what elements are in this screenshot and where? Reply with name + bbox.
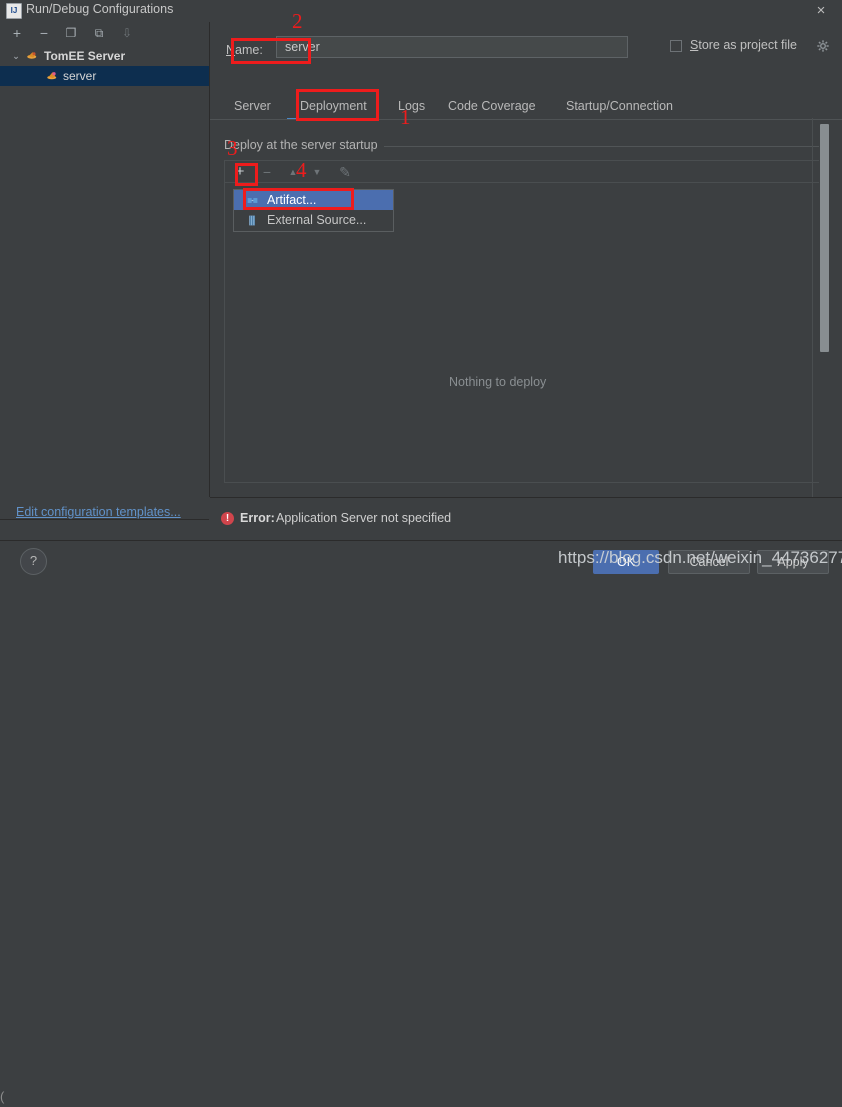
close-icon[interactable]: ×: [810, 1, 832, 21]
error-message: Application Server not specified: [276, 511, 452, 525]
add-configuration-button[interactable]: +: [8, 24, 26, 42]
store-label-rest: tore as project file: [698, 38, 798, 52]
configurations-sidebar: + − ❐ ⧉ ⇩ ⌄ TomEE Server server: [0, 22, 210, 520]
deployment-toolbar: + − ▲ ▼ ✎: [224, 160, 821, 182]
annotation-box-name-field: [231, 38, 311, 64]
annotation-box-add-button: [235, 163, 258, 186]
dialog-titlebar: IJ Run/Debug Configurations ×: [0, 0, 842, 22]
tab-code-coverage[interactable]: Code Coverage: [448, 94, 536, 120]
tomee-server-icon: [47, 72, 57, 80]
validation-status-bar: ! Error: Application Server not specifie…: [210, 498, 842, 540]
name-input[interactable]: [276, 36, 628, 58]
dialog-title: Run/Debug Configurations: [26, 2, 174, 16]
remove-deployment-button: −: [262, 164, 272, 180]
configurations-tree: ⌄ TomEE Server server: [0, 46, 209, 86]
annotation-marker-1: 1: [400, 105, 411, 129]
popup-item-external-source-label: External Source...: [267, 213, 367, 227]
background-window-edge-lower: (: [0, 1089, 5, 1104]
external-source-icon: [249, 215, 255, 226]
tree-group-label: TomEE Server: [44, 49, 126, 63]
tab-server[interactable]: Server: [234, 94, 271, 120]
tab-startup-connection[interactable]: Startup/Connection: [566, 94, 673, 120]
annotation-box-deployment-tab: [296, 89, 379, 121]
sidebar-divider: [0, 519, 209, 520]
edit-configuration-templates-link[interactable]: Edit configuration templates...: [16, 505, 181, 519]
copy-configuration-button[interactable]: ❐: [62, 24, 80, 42]
vertical-scrollbar-track[interactable]: [819, 120, 830, 518]
tree-group-tomee-server[interactable]: ⌄ TomEE Server: [0, 46, 209, 66]
vertical-scrollbar-thumb[interactable]: [820, 124, 829, 352]
sidebar-toolbar: + − ❐ ⧉ ⇩: [0, 22, 209, 44]
sort-configurations-button[interactable]: ⇩: [118, 24, 136, 42]
gear-icon[interactable]: [816, 39, 830, 53]
pane-divider: [812, 118, 813, 520]
deploy-at-startup-label: Deploy at the server startup: [224, 138, 384, 152]
store-as-project-file-label: Store as project file: [690, 38, 797, 52]
move-into-folder-button[interactable]: ⧉: [90, 24, 108, 42]
run-debug-configurations-dialog: IJ Run/Debug Configurations × + − ❐ ⧉ ⇩ …: [0, 0, 842, 1104]
remove-configuration-button[interactable]: −: [35, 24, 53, 42]
store-as-project-file-checkbox[interactable]: [670, 40, 682, 52]
help-button[interactable]: ?: [20, 548, 47, 575]
tree-item-label: server: [63, 69, 97, 83]
chevron-down-icon[interactable]: ⌄: [10, 46, 22, 66]
annotation-marker-4: 4: [296, 158, 307, 182]
annotation-box-artifact-item: [243, 188, 354, 210]
error-icon: !: [221, 512, 234, 525]
popup-item-external-source[interactable]: External Source...: [234, 210, 393, 230]
watermark-url: https://blog.csdn.net/weixin_44736277: [558, 548, 842, 567]
tree-item-server[interactable]: server: [0, 66, 209, 86]
edit-deployment-button: ✎: [339, 164, 351, 180]
error-label: Error:: [240, 511, 275, 525]
tomee-icon: [27, 52, 37, 59]
empty-state-message: Nothing to deploy: [449, 375, 547, 389]
annotation-marker-2: 2: [292, 9, 303, 33]
annotation-marker-3: 3: [227, 136, 238, 160]
intellij-idea-icon: IJ: [6, 3, 22, 19]
deployment-panel: Deploy at the server startup + − ▲ ▼ ✎ N…: [216, 126, 828, 496]
move-down-button: ▼: [312, 167, 322, 177]
